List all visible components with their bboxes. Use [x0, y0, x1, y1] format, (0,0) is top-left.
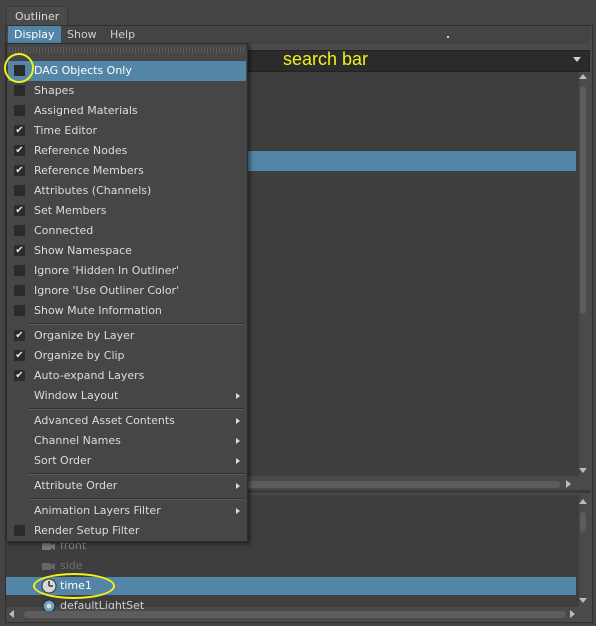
menu-item-attribute-order[interactable]: Attribute Order	[8, 476, 246, 496]
menu-help[interactable]: Help	[104, 26, 141, 44]
display-menu-dropdown: DAG Objects Only Shapes Assigned Materia…	[6, 43, 248, 542]
tearoff-handle[interactable]	[9, 47, 245, 53]
camera-icon	[42, 561, 56, 571]
submenu-arrow-icon	[236, 418, 240, 424]
list-item[interactable]: defaultLightSet	[60, 599, 144, 609]
menubar: Display Show Help	[6, 26, 590, 44]
menu-item-animation-layers-filter[interactable]: Animation Layers Filter	[8, 501, 246, 521]
list-item[interactable]: side	[60, 559, 83, 572]
light-set-icon	[41, 598, 57, 613]
horizontal-scrollbar-thumb-2[interactable]	[24, 611, 566, 618]
menu-item-set-members[interactable]: ✔ Set Members	[8, 201, 246, 221]
scroll-down-icon[interactable]	[579, 468, 587, 473]
menu-item-organize-by-clip[interactable]: ✔ Organize by Clip	[8, 346, 246, 366]
dag-checkbox-annotation-circle	[4, 53, 34, 83]
horizontal-scrollbar-thumb[interactable]	[245, 481, 560, 488]
menu-separator	[29, 473, 245, 475]
menu-item-sort-order[interactable]: Sort Order	[8, 451, 246, 471]
submenu-arrow-icon	[236, 483, 240, 489]
menu-display[interactable]: Display	[8, 26, 61, 44]
annotation-dot	[447, 36, 449, 38]
menu-separator	[29, 408, 245, 410]
submenu-arrow-icon	[236, 393, 240, 399]
checkbox[interactable]	[14, 265, 25, 276]
menu-item-auto-expand-layers[interactable]: ✔ Auto-expand Layers	[8, 366, 246, 386]
checkbox[interactable]	[14, 305, 25, 316]
menu-item-attributes-channels[interactable]: Attributes (Channels)	[8, 181, 246, 201]
checkbox[interactable]: ✔	[14, 370, 25, 381]
menu-item-show-namespace[interactable]: ✔ Show Namespace	[8, 241, 246, 261]
checkbox[interactable]: ✔	[14, 205, 25, 216]
menu-item-advanced-asset-contents[interactable]: Advanced Asset Contents	[8, 411, 246, 431]
menu-show[interactable]: Show	[61, 26, 103, 44]
checkbox[interactable]	[14, 285, 25, 296]
menu-item-render-setup-filter[interactable]: Render Setup Filter	[8, 521, 246, 541]
submenu-arrow-icon	[236, 508, 240, 514]
menu-separator	[29, 498, 245, 500]
checkbox[interactable]: ✔	[14, 145, 25, 156]
scroll-up-icon-2[interactable]	[579, 499, 587, 504]
scroll-right-icon[interactable]	[566, 480, 571, 488]
menu-item-window-layout[interactable]: Window Layout	[8, 386, 246, 406]
checkbox[interactable]: ✔	[14, 245, 25, 256]
checkbox[interactable]	[14, 525, 25, 536]
scroll-down-icon-2[interactable]	[579, 598, 587, 603]
search-bar-annotation: search bar	[283, 49, 369, 69]
menu-item-dag-objects-only[interactable]: DAG Objects Only	[8, 61, 246, 81]
scroll-right-icon-2[interactable]	[570, 610, 575, 618]
checkbox[interactable]	[14, 185, 25, 196]
checkbox[interactable]	[14, 225, 25, 236]
tab-outliner[interactable]: Outliner	[6, 6, 69, 27]
scroll-up-icon[interactable]	[579, 74, 587, 79]
menu-separator	[29, 323, 245, 325]
search-dropdown-icon[interactable]	[573, 57, 581, 62]
submenu-arrow-icon	[236, 458, 240, 464]
vertical-scrollbar-thumb-2[interactable]	[580, 512, 586, 532]
checkbox[interactable]: ✔	[14, 330, 25, 341]
checkbox[interactable]: ✔	[14, 165, 25, 176]
camera-icon	[42, 541, 56, 551]
menu-item-ignore-hidden[interactable]: Ignore 'Hidden In Outliner'	[8, 261, 246, 281]
checkbox[interactable]	[14, 105, 25, 116]
menu-item-reference-members[interactable]: ✔ Reference Members	[8, 161, 246, 181]
vertical-scrollbar-thumb[interactable]	[580, 86, 586, 314]
checkbox[interactable]	[14, 85, 25, 96]
checkbox[interactable]: ✔	[14, 350, 25, 361]
menu-item-ignore-outliner-color[interactable]: Ignore 'Use Outliner Color'	[8, 281, 246, 301]
menu-item-organize-by-layer[interactable]: ✔ Organize by Layer	[8, 326, 246, 346]
checkbox[interactable]: ✔	[14, 125, 25, 136]
submenu-arrow-icon	[236, 438, 240, 444]
time1-annotation-circle	[33, 573, 115, 599]
menu-item-assigned-materials[interactable]: Assigned Materials	[8, 101, 246, 121]
menu-item-reference-nodes[interactable]: ✔ Reference Nodes	[8, 141, 246, 161]
scroll-left-icon[interactable]	[9, 610, 14, 618]
selected-row[interactable]	[245, 151, 576, 171]
menu-item-channel-names[interactable]: Channel Names	[8, 431, 246, 451]
menu-item-time-editor[interactable]: ✔ Time Editor	[8, 121, 246, 141]
menu-item-shapes[interactable]: Shapes	[8, 81, 246, 101]
menu-item-connected[interactable]: Connected	[8, 221, 246, 241]
menu-item-show-mute-information[interactable]: Show Mute Information	[8, 301, 246, 321]
